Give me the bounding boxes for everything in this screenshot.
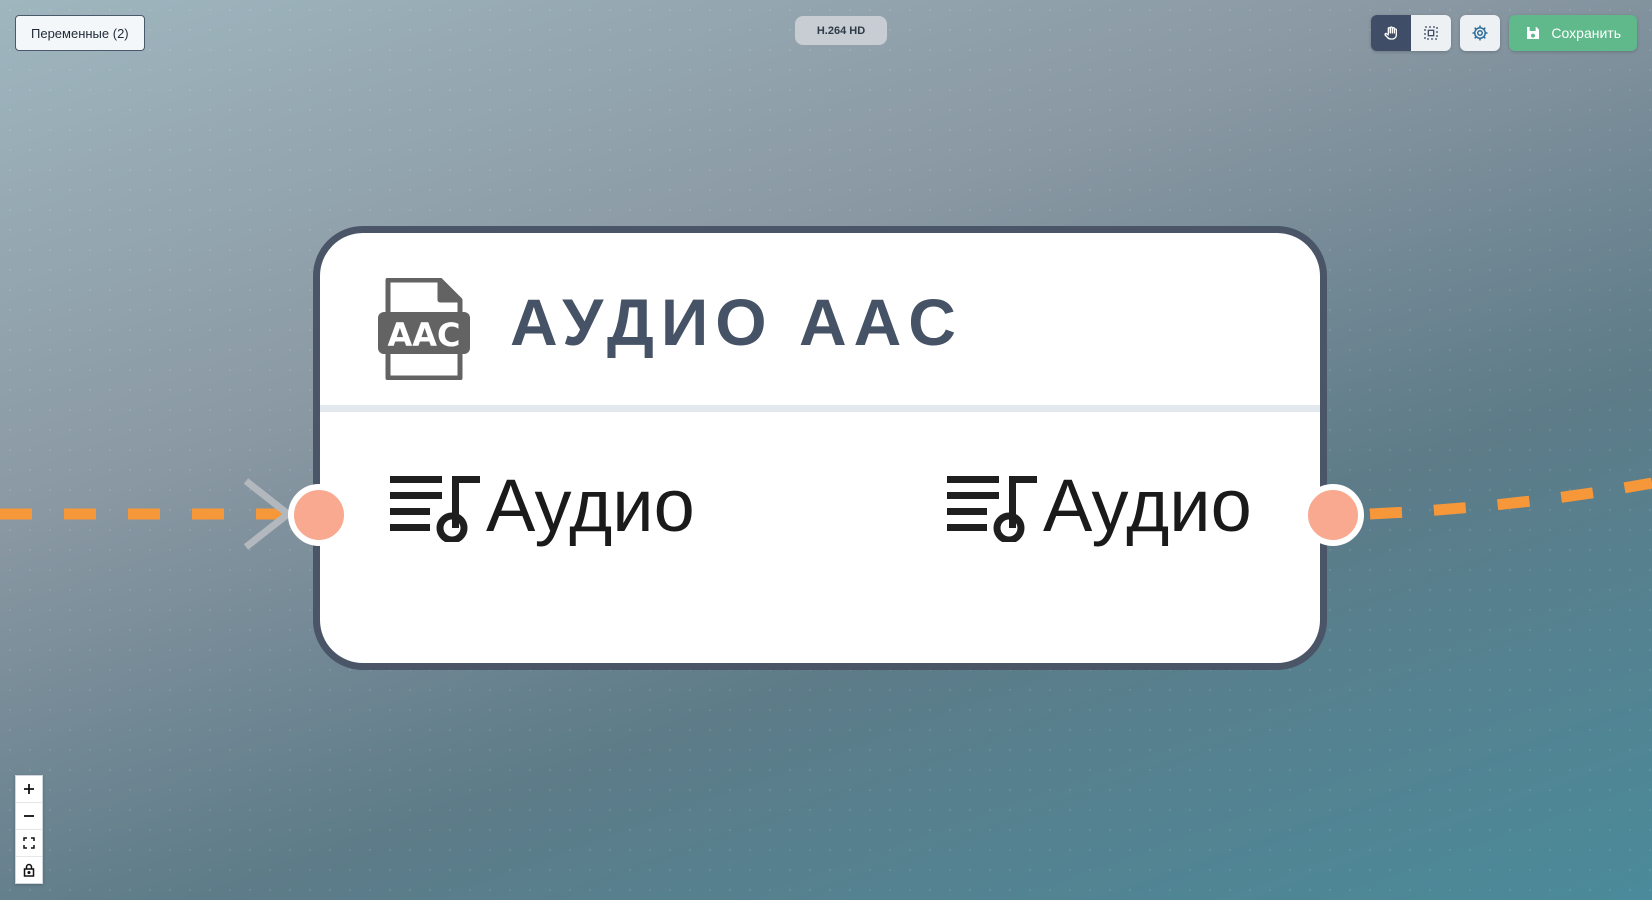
zoom-in-icon	[24, 784, 34, 794]
zoom-in-button[interactable]	[16, 776, 42, 803]
music-list-icon	[390, 476, 480, 542]
output-handle[interactable]	[1302, 484, 1364, 546]
lock-button[interactable]	[16, 857, 42, 883]
input-port-label: Аудио	[390, 469, 695, 543]
output-port-text: Аудио	[1043, 464, 1252, 547]
zoom-out-button[interactable]	[16, 803, 42, 830]
select-icon	[1424, 26, 1439, 40]
outgoing-edge[interactable]	[1369, 477, 1652, 520]
svg-text:AAC: AAC	[387, 316, 460, 354]
node-divider	[320, 405, 1320, 412]
pan-mode-button[interactable]	[1371, 15, 1412, 51]
save-icon	[1527, 27, 1540, 39]
gear-icon	[1472, 25, 1488, 41]
aac-file-icon: AAC	[378, 278, 470, 380]
zoom-out-icon	[24, 815, 34, 817]
save-button[interactable]: Сохранить	[1509, 15, 1637, 51]
lock-icon	[23, 863, 35, 877]
select-mode-button[interactable]	[1411, 15, 1452, 51]
mode-toggle-group	[1371, 15, 1452, 51]
output-port-label: Аудио	[947, 469, 1252, 543]
top-toolbar: Сохранить	[1371, 15, 1637, 51]
node-header: AAC АУДИО AAC	[320, 233, 1320, 405]
hand-icon	[1384, 26, 1398, 40]
codec-badge: H.264 HD	[795, 16, 887, 45]
save-button-label: Сохранить	[1551, 25, 1621, 41]
node-ports: Аудио Аудио	[320, 412, 1320, 652]
music-list-icon	[947, 476, 1037, 542]
fit-view-icon	[23, 837, 35, 849]
audio-aac-node[interactable]: AAC АУДИО AAC Аудио Аудио	[313, 226, 1327, 670]
input-handle[interactable]	[288, 484, 350, 546]
fit-view-button[interactable]	[16, 830, 42, 857]
node-title: АУДИО AAC	[510, 285, 963, 359]
input-port-text: Аудио	[486, 464, 695, 547]
zoom-controls	[15, 775, 43, 884]
variables-button[interactable]: Переменные (2)	[15, 15, 145, 51]
settings-button[interactable]	[1460, 15, 1501, 51]
